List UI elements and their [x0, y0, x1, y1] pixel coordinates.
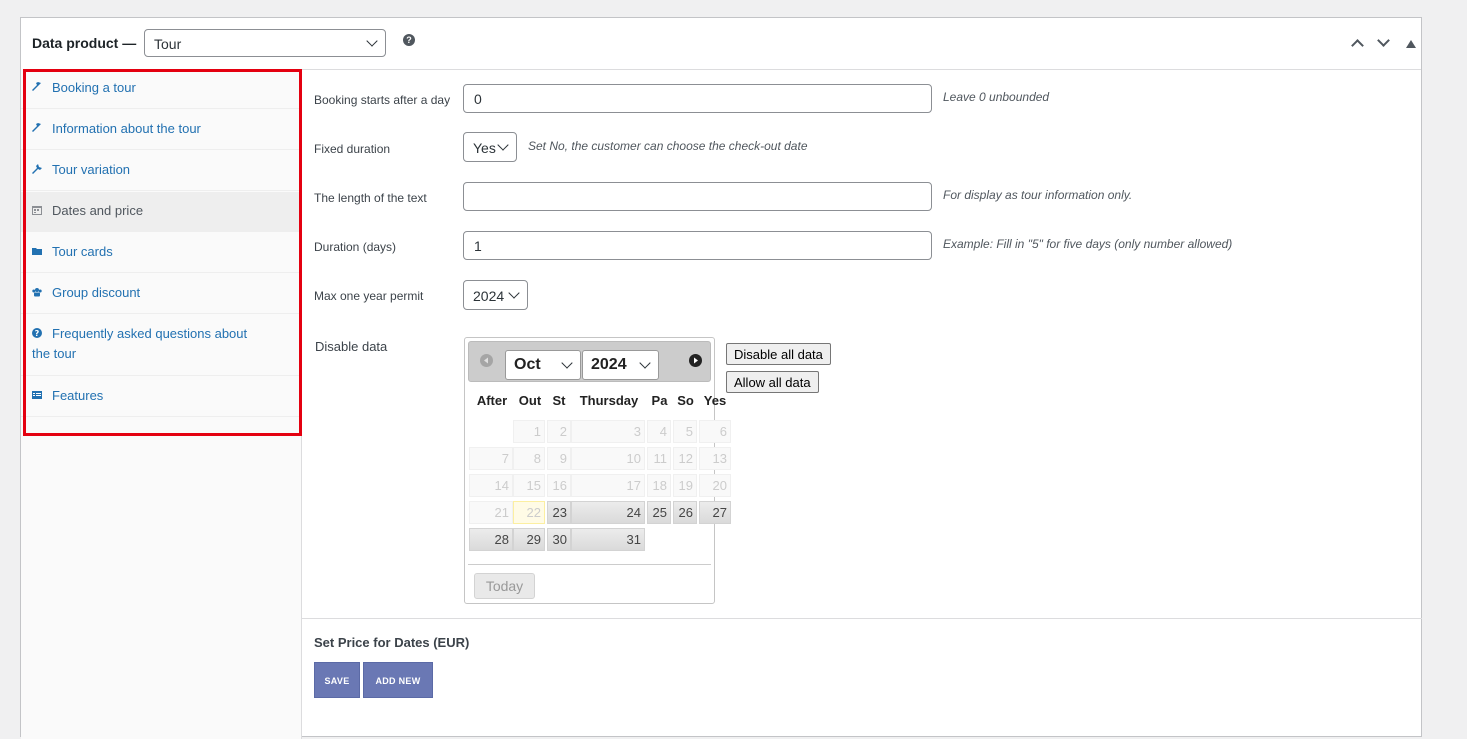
date-cell[interactable]: 31	[571, 528, 645, 551]
product-type-select[interactable]: Tour	[144, 29, 386, 57]
date-cell: 13	[699, 447, 731, 470]
chevron-down-icon	[639, 357, 651, 369]
weekday-header: Thursday	[579, 393, 639, 408]
question-circle-icon[interactable]: ?	[403, 34, 415, 46]
weekday-header: After	[476, 393, 508, 408]
date-cell: 21	[469, 501, 513, 524]
move-up-button[interactable]	[1349, 35, 1365, 52]
disable-data-label: Disable data	[315, 339, 388, 354]
weekday-header: Pa	[651, 393, 668, 408]
date-cell: 1	[513, 420, 545, 443]
weekday-header: Yes	[703, 393, 727, 408]
date-cell: 9	[547, 447, 571, 470]
disable-all-data-button[interactable]: Disable all data	[726, 343, 831, 365]
duration-days-description: Example: Fill in "5" for five days (only…	[943, 237, 1233, 251]
date-cell: 11	[647, 447, 671, 470]
add-new-button[interactable]: ADD NEW	[363, 662, 433, 698]
next-month-button[interactable]	[689, 354, 702, 367]
chevron-up-icon	[1351, 39, 1364, 52]
date-cell[interactable]: 27	[699, 501, 731, 524]
date-cell: 3	[571, 420, 645, 443]
allow-all-data-button[interactable]: Allow all data	[726, 371, 819, 393]
fixed-duration-select[interactable]: Yes	[463, 132, 517, 162]
fixed-duration-description: Set No, the customer can choose the chec…	[528, 139, 808, 153]
weekday-header: St	[552, 393, 566, 408]
chevron-down-icon	[366, 35, 378, 47]
length-text-input[interactable]	[463, 182, 932, 211]
duration-days-label: Duration (days)	[314, 240, 397, 254]
date-cell: 19	[673, 474, 697, 497]
date-cell: 7	[469, 447, 513, 470]
arrow-left-icon	[484, 357, 488, 364]
length-text-label: The length of the text	[314, 191, 427, 205]
price-section-title: Set Price for Dates (EUR)	[314, 635, 470, 650]
date-picker-divider	[468, 564, 711, 565]
duration-days-input[interactable]: 1	[463, 231, 932, 260]
date-picker: Oct 2024 After Out St Thursday Pa So Yes…	[464, 337, 731, 604]
fixed-duration-value: Yes	[473, 140, 496, 156]
arrow-right-icon	[694, 357, 698, 364]
date-cell: 22	[513, 501, 545, 524]
booking-starts-label: Booking starts after a day	[314, 93, 451, 107]
panel-header: Data product — Tour ?	[21, 18, 1421, 70]
date-cell: 10	[571, 447, 645, 470]
chevron-down-icon	[561, 357, 573, 369]
max-year-label: Max one year permit	[314, 289, 424, 303]
booking-starts-value: 0	[474, 91, 482, 107]
chevron-down-icon	[508, 287, 520, 299]
date-cell[interactable]: 29	[513, 528, 545, 551]
weekday-header: So	[677, 393, 694, 408]
max-year-select[interactable]: 2024	[463, 280, 528, 310]
product-type-value: Tour	[154, 36, 182, 52]
date-cell: 15	[513, 474, 545, 497]
duration-days-value: 1	[474, 238, 482, 254]
date-cell: 20	[699, 474, 731, 497]
date-cell: 6	[699, 420, 731, 443]
month-value: Oct	[514, 356, 541, 373]
date-cell[interactable]: 24	[571, 501, 645, 524]
date-cell: 17	[571, 474, 645, 497]
year-value: 2024	[591, 356, 627, 373]
booking-starts-description: Leave 0 unbounded	[943, 90, 1050, 104]
fixed-duration-label: Fixed duration	[314, 142, 391, 156]
year-select[interactable]: 2024	[582, 350, 659, 380]
chevron-down-icon	[1377, 34, 1390, 47]
date-cell[interactable]: 28	[469, 528, 513, 551]
move-down-button[interactable]	[1375, 34, 1391, 51]
date-cell[interactable]: 25	[647, 501, 671, 524]
prev-month-button[interactable]	[480, 354, 493, 367]
booking-starts-input[interactable]: 0	[463, 84, 932, 113]
date-cell: 14	[469, 474, 513, 497]
date-cell: 2	[547, 420, 571, 443]
date-cell[interactable]: 26	[673, 501, 697, 524]
date-cell: 16	[547, 474, 571, 497]
price-section: Set Price for Dates (EUR) SAVE ADD NEW	[302, 618, 1422, 739]
collapse-triangle-icon	[1406, 40, 1416, 48]
chevron-down-icon	[497, 139, 509, 151]
date-cell: 4	[647, 420, 671, 443]
date-picker-header: Oct 2024	[468, 341, 711, 382]
tabs-highlight-box	[23, 69, 302, 436]
weekday-header: Out	[518, 393, 542, 408]
month-select[interactable]: Oct	[505, 350, 581, 380]
panel-title: Data product —	[32, 35, 137, 51]
max-year-value: 2024	[473, 288, 505, 304]
toggle-panel-button[interactable]	[1403, 35, 1419, 51]
date-cell: 5	[673, 420, 697, 443]
today-button[interactable]: Today	[474, 573, 535, 599]
date-cell[interactable]: 30	[547, 528, 571, 551]
date-cell[interactable]: 23	[547, 501, 571, 524]
date-cell: 18	[647, 474, 671, 497]
save-button[interactable]: SAVE	[314, 662, 360, 698]
date-cell: 8	[513, 447, 545, 470]
date-cell: 12	[673, 447, 697, 470]
length-text-description: For display as tour information only.	[943, 188, 1133, 202]
